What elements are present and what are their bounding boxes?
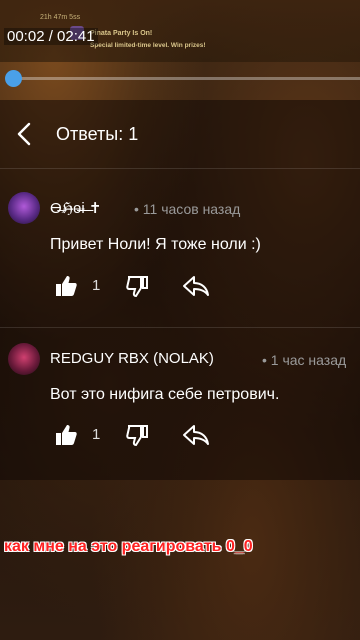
video-caption: как мне на это реагировать 0_0	[4, 538, 253, 555]
thumbs-down-icon[interactable]	[125, 423, 149, 447]
seek-thumb[interactable]	[5, 70, 22, 87]
thumbs-up-icon[interactable]	[54, 274, 78, 298]
banner-title: Pinata Party Is On!	[90, 30, 153, 37]
comment-text: Привет Ноли! Я тоже ноли :)	[50, 236, 261, 253]
comment-text: Вот это нифига себе петрович.	[50, 386, 280, 403]
header-divider	[0, 168, 360, 169]
avatar[interactable]	[8, 192, 40, 224]
comment-divider	[0, 327, 360, 328]
replies-header	[0, 100, 360, 168]
thumbs-up-icon[interactable]	[54, 423, 78, 447]
replies-title: Ответы: 1	[56, 124, 139, 144]
comment-author[interactable]: REDGUY RBX (NOLAK)	[50, 350, 214, 367]
reply-icon[interactable]	[182, 274, 210, 298]
reply-icon[interactable]	[182, 423, 210, 447]
avatar[interactable]	[8, 343, 40, 375]
comment-author[interactable]: Ɵ̶ℌ̶ɵ̶ɨ̶ ̶̶✝	[50, 199, 101, 217]
back-arrow-icon[interactable]	[12, 120, 38, 148]
comment-time: • 11 часов назад	[134, 201, 241, 217]
banner-subtitle: Special limited-time level. Win prizes!	[90, 42, 206, 49]
seek-bar[interactable]	[14, 77, 360, 80]
like-count: 1	[92, 426, 101, 443]
thumbs-down-icon[interactable]	[125, 274, 149, 298]
banner-timer: 21h 47m 5ss	[40, 14, 81, 21]
video-time-display: 00:02 / 02:41	[4, 28, 98, 45]
like-count: 1	[92, 277, 101, 294]
comment-time: • 1 час назад	[262, 352, 347, 368]
